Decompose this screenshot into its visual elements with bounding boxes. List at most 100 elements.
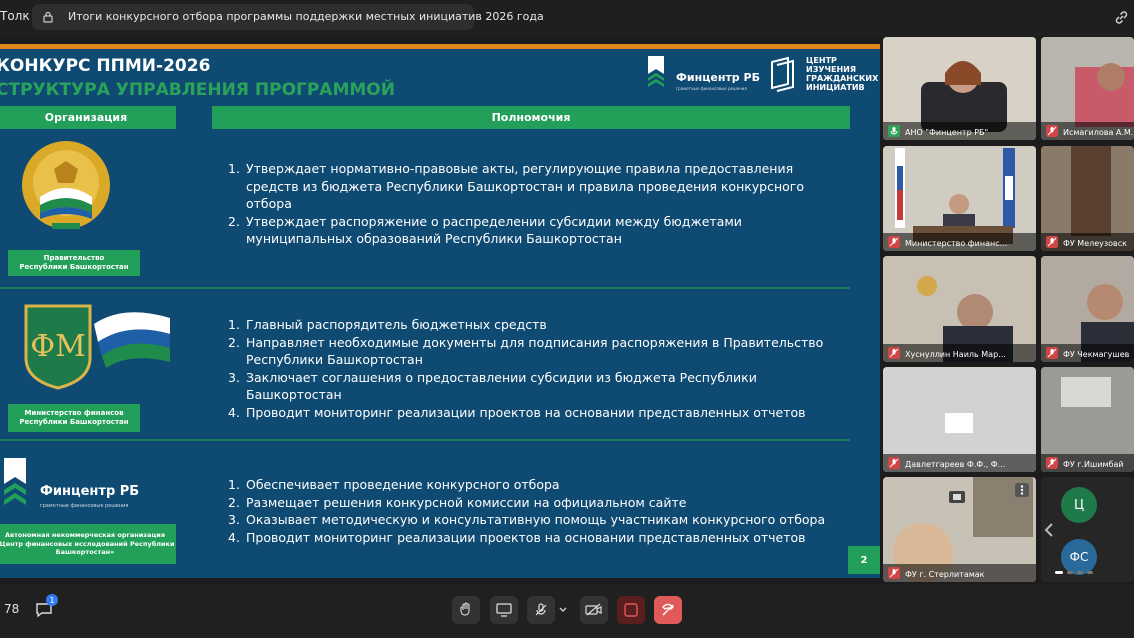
- record-button[interactable]: [617, 596, 645, 624]
- list-item: 2. Направляет необходимые документы для п…: [228, 334, 824, 368]
- meeting-title-tab[interactable]: Итоги конкурсного отбора программы подде…: [32, 4, 544, 30]
- screen-share-button[interactable]: [490, 596, 518, 624]
- participant-tile-ministry-of-finance[interactable]: Министерство финанс...: [883, 146, 1036, 251]
- mic-muted-icon: [1046, 457, 1058, 469]
- list-item: 1. Утверждает нормативно-правовые акты, р…: [228, 161, 805, 211]
- center-logo-line-1: ЦЕНТР: [806, 56, 837, 65]
- participant-tile-khusnullin[interactable]: Хуснуллин Наиль Мар...: [883, 256, 1036, 362]
- mic-muted-icon: [1046, 347, 1058, 359]
- phone-hangup-icon: [662, 603, 674, 616]
- org-label-line: Башкортостан»: [55, 548, 115, 557]
- chevron-left-icon[interactable]: [1043, 521, 1055, 539]
- participant-tile-fu-meleuz[interactable]: ФУ Мелеузовск: [1041, 146, 1134, 251]
- list-item: 2. Утверждает распоряжение о распределени…: [228, 213, 742, 247]
- call-controls-bar: 78 1: [0, 584, 1134, 638]
- participant-name: ФУ г. Стерлитамак: [905, 570, 985, 579]
- powers-list-ministry: 1. Главный распорядитель бюджетных средст…: [228, 316, 828, 421]
- org-label-line: «Центр финансовых исследований Республик…: [0, 539, 175, 548]
- participant-name: Исмагилова А.М.: [1063, 128, 1134, 137]
- fincenter-logo: Финцентр РБ грамотные финансовые решения: [646, 54, 764, 96]
- mic-muted-icon: [888, 236, 900, 248]
- org-label-government: Правительство Республики Башкортостан: [8, 250, 140, 276]
- list-item: 1. Главный распорядитель бюджетных средст…: [228, 317, 547, 332]
- mic-muted-icon: [1046, 125, 1058, 137]
- org-label-line: Республики Башкортостан: [19, 418, 129, 426]
- fincenter-row-logo-name: Финцентр РБ: [40, 484, 140, 499]
- participant-tile-ismagilova[interactable]: Исмагилова А.М.: [1041, 37, 1134, 140]
- screen-share-icon: [949, 491, 965, 503]
- org-label-fincenter-ano: Автономная некоммерческая организация «Ц…: [0, 524, 176, 564]
- participant-name: Министерство финанс...: [905, 239, 1008, 248]
- app-label: Толк: [0, 9, 30, 23]
- pagination-dot[interactable]: [1067, 571, 1073, 574]
- raise-hand-button[interactable]: [452, 596, 480, 624]
- participant-name: Давлетгареев Ф.Ф., Ф...: [905, 460, 1006, 469]
- participant-name: Хуснуллин Наиль Мар...: [905, 350, 1006, 359]
- participant-tile-fu-chekmagush[interactable]: ФУ Чекмагушев: [1041, 256, 1134, 362]
- participant-name: ФУ Чекмагушев: [1063, 350, 1130, 359]
- mic-active-icon: [888, 125, 900, 137]
- participant-tile-fu-ishimbay[interactable]: ФУ г.Ишимбай: [1041, 367, 1134, 472]
- chat-unread-badge: 1: [46, 594, 58, 606]
- participant-tile-davletgareev[interactable]: Давлетгареев Ф.Ф., Ф...: [883, 367, 1036, 472]
- lock-icon: [43, 11, 53, 23]
- participant-name: АНО "Финцентр РБ": [905, 128, 989, 137]
- participant-tile-avatars[interactable]: Ц ФС: [1041, 477, 1134, 582]
- fincenter-mark-large-icon: [4, 458, 26, 505]
- end-call-button[interactable]: [654, 596, 682, 624]
- participant-tile-ano-fincenter[interactable]: АНО "Финцентр РБ": [883, 37, 1036, 140]
- powers-list-government: 1. Утверждает нормативно-правовые акты, р…: [228, 160, 828, 248]
- powers-list-fincenter: 1. Обеспечивает проведение конкурсного от…: [228, 476, 828, 546]
- slide-page-number: 2: [848, 546, 880, 574]
- pagination-dot[interactable]: [1077, 571, 1083, 574]
- copy-link-icon[interactable]: [1113, 9, 1130, 26]
- meeting-title: Итоги конкурсного отбора программы подде…: [68, 10, 544, 23]
- list-item: 4. Проводит мониторинг реализации проекто…: [228, 404, 806, 420]
- list-item: 3. Оказывает методическую и консультативн…: [228, 512, 826, 527]
- camera-off-icon: [585, 603, 602, 616]
- avatar: Ц: [1061, 487, 1097, 523]
- record-icon: [624, 603, 638, 617]
- org-label-line: Правительство: [43, 254, 105, 262]
- center-logo-line-3: ГРАЖДАНСКИХ: [806, 74, 879, 83]
- mic-muted-icon: [888, 347, 900, 359]
- mic-muted-icon: [888, 457, 900, 469]
- fincenter-mark-icon: [648, 56, 664, 87]
- mic-muted-icon: [535, 603, 547, 616]
- shared-presentation-slide: КОНКУРС ППМИ-2026 СТРУКТУРА УПРАВЛЕНИЯ П…: [0, 44, 880, 578]
- participant-count[interactable]: 78: [4, 602, 19, 616]
- hand-icon: [460, 602, 470, 616]
- mic-muted-icon: [888, 567, 900, 579]
- org-label-line: Автономная некоммерческая организация: [4, 531, 166, 540]
- monitor-icon: [496, 603, 512, 617]
- camera-toggle-button[interactable]: [580, 596, 608, 624]
- participant-tile-fu-sterlitamak[interactable]: ФУ г. Стерлитамак: [883, 477, 1036, 582]
- participant-name: ФУ Мелеузовск: [1063, 239, 1127, 248]
- row-divider: [0, 439, 850, 441]
- ministry-of-finance-emblem-icon: ФМ: [24, 304, 170, 390]
- org-label-line: Министерство финансов: [24, 409, 124, 417]
- list-item: 4. Проводит мониторинг реализации проекто…: [228, 529, 806, 545]
- pagination-dot[interactable]: [1087, 571, 1093, 574]
- org-label-line: Республики Башкортостан: [19, 263, 129, 271]
- microphone-toggle-button[interactable]: [527, 596, 555, 624]
- pagination-dot-active[interactable]: [1055, 571, 1063, 574]
- center-logo-line-2: ИЗУЧЕНИЯ: [806, 65, 857, 74]
- svg-text:ФМ: ФМ: [30, 329, 86, 364]
- participant-name: ФУ г.Ишимбай: [1063, 460, 1124, 469]
- window-top-bar: Толк Итоги конкурсного отбора программы …: [0, 0, 1134, 36]
- fincenter-logo-tagline: грамотные финансовые решения: [676, 86, 747, 91]
- more-options-icon[interactable]: [1015, 483, 1029, 497]
- chevron-down-icon[interactable]: [558, 606, 568, 614]
- civic-initiatives-center-logo: ЦЕНТР ИЗУЧЕНИЯ ГРАЖДАНСКИХ ИНИЦИАТИВ: [768, 56, 880, 96]
- fincenter-logo-name: Финцентр РБ: [676, 71, 760, 84]
- slide-top-strip: [0, 44, 880, 49]
- avatar: ФС: [1061, 539, 1097, 575]
- fincenter-row-logo-tagline: грамотные финансовые решения: [40, 503, 129, 509]
- book-stack-icon: [771, 56, 794, 92]
- bashkortostan-coat-of-arms-icon: [22, 141, 110, 229]
- row-divider: [0, 287, 850, 289]
- list-item: 2. Размещает решения конкурсной комиссии …: [228, 494, 687, 510]
- slide-subtitle: СТРУКТУРА УПРАВЛЕНИЯ ПРОГРАММОЙ: [0, 80, 395, 100]
- list-item: 1. Обеспечивает проведение конкурсного от…: [228, 477, 560, 492]
